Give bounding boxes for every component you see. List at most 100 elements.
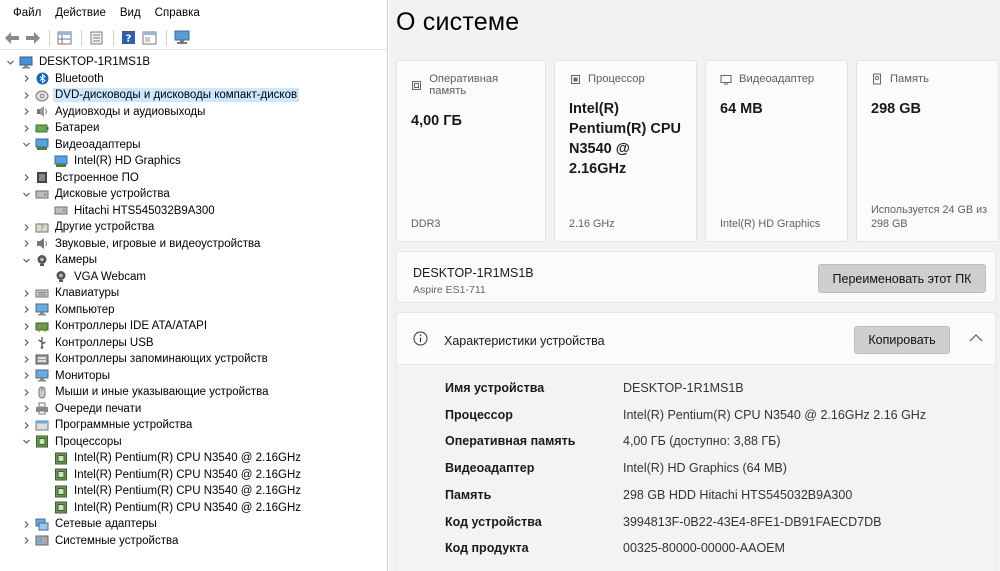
gpu-icon — [720, 73, 732, 85]
chevron-right-icon[interactable] — [20, 287, 32, 299]
tree-node[interactable]: Bluetooth — [0, 71, 387, 88]
tree-node[interactable]: DESKTOP-1R1MS1B — [0, 54, 387, 71]
chevron-right-icon[interactable] — [20, 419, 32, 431]
chevron-right-icon[interactable] — [20, 403, 32, 415]
chevron-down-icon[interactable] — [20, 188, 32, 200]
tree-node-label: Процессоры — [55, 435, 122, 448]
chevron-right-icon[interactable] — [20, 518, 32, 530]
cpu-icon — [54, 452, 68, 465]
rename-pc-button[interactable]: Переименовать этот ПК — [818, 264, 986, 293]
scan-hardware-icon[interactable] — [172, 28, 191, 47]
tree-node[interactable]: Программные устройства — [0, 417, 387, 434]
forward-arrow-icon[interactable] — [23, 28, 42, 47]
tree-node[interactable]: Дисковые устройства — [0, 186, 387, 203]
chevron-right-icon[interactable] — [20, 304, 32, 316]
tree-node[interactable]: DVD-дисководы и дисководы компакт-дисков — [0, 87, 387, 104]
toolbar-separator — [113, 29, 114, 46]
tree-node[interactable]: Мониторы — [0, 368, 387, 385]
details-pane-icon[interactable] — [140, 28, 159, 47]
chevron-right-icon[interactable] — [20, 221, 32, 233]
ram-card-value: 4,00 ГБ — [411, 113, 462, 129]
tree-node[interactable]: Intel(R) Pentium(R) CPU N3540 @ 2.16GHz — [0, 450, 387, 467]
chevron-down-icon[interactable] — [20, 436, 32, 448]
tree-node[interactable]: Intel(R) Pentium(R) CPU N3540 @ 2.16GHz — [0, 483, 387, 500]
camera-icon — [35, 254, 49, 267]
device-specs-header[interactable]: Характеристики устройства Копировать — [397, 313, 995, 365]
chevron-right-icon[interactable] — [20, 172, 32, 184]
tree-node-label: Intel(R) Pentium(R) CPU N3540 @ 2.16GHz — [74, 468, 302, 481]
tree-node-label: Hitachi HTS545032B9A300 — [74, 204, 215, 217]
help-icon[interactable]: ? — [119, 28, 138, 47]
tree-node[interactable]: Сетевые адаптеры — [0, 516, 387, 533]
tree-node[interactable]: Процессоры — [0, 434, 387, 451]
chevron-up-icon[interactable] — [969, 333, 983, 343]
device-tree: DESKTOP-1R1MS1B Bluetooth DVD-дисководы и … — [0, 50, 387, 549]
memory-icon — [411, 79, 422, 91]
chevron-right-icon[interactable] — [20, 353, 32, 365]
toolbar-separator — [81, 29, 82, 46]
tree-node[interactable]: Видеоадаптеры — [0, 137, 387, 154]
spec-value[interactable]: Intel(R) HD Graphics (64 MB) — [623, 461, 787, 475]
copy-button[interactable]: Копировать — [854, 326, 950, 354]
chevron-right-icon[interactable] — [20, 386, 32, 398]
spec-row: Имя устройства DESKTOP-1R1MS1B — [445, 379, 744, 397]
chevron-right-icon[interactable] — [20, 89, 32, 101]
cpu-icon — [54, 501, 68, 514]
menu-file[interactable]: Файл — [6, 7, 48, 19]
menu-help[interactable]: Справка — [148, 7, 207, 19]
menu-bar: Файл Действие Вид Справка — [0, 0, 387, 26]
spec-value[interactable]: Intel(R) Pentium(R) CPU N3540 @ 2.16GHz … — [623, 408, 926, 422]
chevron-right-icon[interactable] — [20, 535, 32, 547]
mouse-icon — [35, 386, 49, 399]
tree-node[interactable]: Intel(R) Pentium(R) CPU N3540 @ 2.16GHz — [0, 467, 387, 484]
chevron-down-icon[interactable] — [20, 254, 32, 266]
tree-node[interactable]: Камеры — [0, 252, 387, 269]
tree-node[interactable]: Системные устройства — [0, 533, 387, 550]
chevron-down-icon[interactable] — [20, 139, 32, 151]
tree-node[interactable]: Контроллеры IDE ATA/ATAPI — [0, 318, 387, 335]
usb-icon — [35, 336, 49, 350]
menu-action[interactable]: Действие — [48, 7, 113, 19]
spec-value[interactable]: 4,00 ГБ (доступно: 3,88 ГБ) — [623, 434, 781, 448]
spec-value[interactable]: 3994813F-0B22-43E4-8FE1-DB91FAECD7DB — [623, 515, 881, 529]
tree-node[interactable]: Очереди печати — [0, 401, 387, 418]
tree-node[interactable]: ? Другие устройства — [0, 219, 387, 236]
tree-node[interactable]: Звуковые, игровые и видеоустройства — [0, 236, 387, 253]
tree-node-label: Сетевые адаптеры — [55, 518, 157, 531]
chevron-right-icon[interactable] — [20, 320, 32, 332]
tree-node[interactable]: VGA Webcam — [0, 269, 387, 286]
tree-node-label: Intel(R) Pentium(R) CPU N3540 @ 2.16GHz — [74, 485, 302, 498]
tree-node[interactable]: Intel(R) Pentium(R) CPU N3540 @ 2.16GHz — [0, 500, 387, 517]
chevron-right-icon[interactable] — [20, 370, 32, 382]
storage-card-value: 298 GB — [871, 101, 921, 117]
chevron-down-icon[interactable] — [4, 56, 16, 68]
chevron-right-icon[interactable] — [20, 73, 32, 85]
tree-node[interactable]: Hitachi HTS545032B9A300 — [0, 203, 387, 220]
list-view-icon[interactable] — [87, 28, 106, 47]
tree-node-label: Intel(R) Pentium(R) CPU N3540 @ 2.16GHz — [74, 501, 302, 514]
unknown-device-icon: ? — [35, 221, 49, 234]
tree-node[interactable]: Аудиовходы и аудиовыходы — [0, 104, 387, 121]
tree-node[interactable]: Контроллеры USB — [0, 335, 387, 352]
spec-value[interactable]: 00325-80000-00000-AAOEM — [623, 541, 785, 555]
menu-view[interactable]: Вид — [113, 7, 148, 19]
tree-node[interactable]: Контроллеры запоминающих устройств — [0, 351, 387, 368]
spec-value[interactable]: 298 GB HDD Hitachi HTS545032B9A300 — [623, 488, 852, 502]
chevron-right-icon[interactable] — [20, 106, 32, 118]
tree-node[interactable]: Intel(R) HD Graphics — [0, 153, 387, 170]
tree-node[interactable]: Батареи — [0, 120, 387, 137]
properties-grid-icon[interactable] — [55, 28, 74, 47]
tree-node[interactable]: Компьютер — [0, 302, 387, 319]
tree-node[interactable]: Мыши и иные указывающие устройства — [0, 384, 387, 401]
chevron-right-icon[interactable] — [20, 337, 32, 349]
chevron-right-icon[interactable] — [20, 238, 32, 250]
back-arrow-icon[interactable] — [2, 28, 21, 47]
tree-node[interactable]: Клавиатуры — [0, 285, 387, 302]
storage-card: Память 298 GB Используется 24 GB из 298 … — [856, 60, 999, 242]
tree-node[interactable]: Встроенное ПО — [0, 170, 387, 187]
tree-node-label: Компьютер — [55, 303, 115, 316]
bluetooth-icon — [35, 72, 49, 85]
chevron-right-icon[interactable] — [20, 122, 32, 134]
toolbar-separator — [166, 29, 167, 46]
spec-value[interactable]: DESKTOP-1R1MS1B — [623, 381, 744, 395]
